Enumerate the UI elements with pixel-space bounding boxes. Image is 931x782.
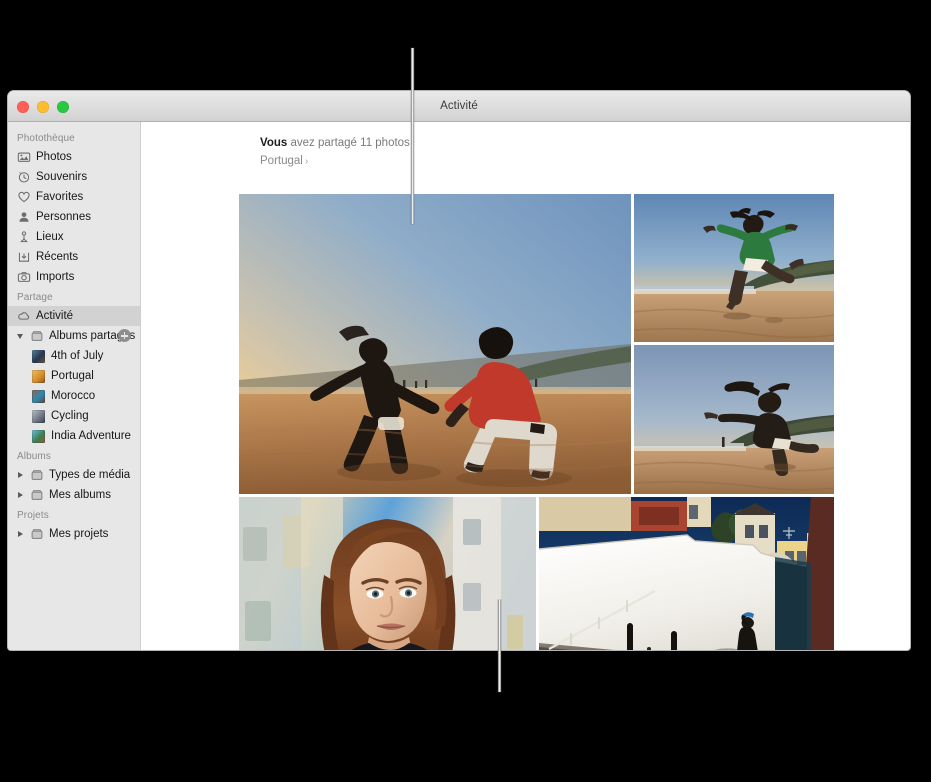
sidebar-section-header-projets: Projets: [8, 505, 140, 524]
cloud-icon: [17, 309, 31, 323]
photo-grid-row: [239, 194, 834, 494]
imports-icon: [17, 270, 31, 284]
sidebar-item-label: Personnes: [36, 211, 91, 223]
album-thumbnail: [32, 370, 45, 383]
sidebar-item-label: Mes albums: [49, 489, 111, 501]
sidebar-item-label: 4th of July: [51, 350, 103, 362]
sidebar-item-portugal[interactable]: Portugal: [8, 366, 140, 386]
sidebar-item-4th-of-july[interactable]: 4th of July: [8, 346, 140, 366]
sidebar-item-label: Portugal: [51, 370, 94, 382]
memories-icon: [17, 170, 31, 184]
sidebar-item-recents[interactable]: Récents: [8, 247, 140, 267]
sidebar-item-label: Mes projets: [49, 528, 108, 540]
photo-beach-jumping-girl[interactable]: [634, 194, 834, 342]
photo-grid-row: [239, 497, 834, 650]
add-shared-album-button[interactable]: [118, 329, 131, 342]
folder-icon: [30, 488, 44, 502]
sidebar-item-label: Imports: [36, 271, 74, 283]
album-thumbnail: [32, 350, 45, 363]
sidebar-item-label: India Adventure: [51, 430, 131, 442]
sidebar-item-favorites[interactable]: Favorites: [8, 187, 140, 207]
sidebar-item-albums-partages[interactable]: Albums partagés: [8, 326, 140, 346]
sidebar-item-cycling[interactable]: Cycling: [8, 406, 140, 426]
person-icon: [17, 210, 31, 224]
folder-icon: [30, 468, 44, 482]
sidebar-item-label: Types de média: [49, 469, 130, 481]
feed-title: Vous avez partagé 11 photos: [260, 136, 910, 151]
chevron-right-icon[interactable]: [17, 471, 26, 480]
sidebar-item-types-de-media[interactable]: Types de média: [8, 465, 140, 485]
album-thumbnail: [32, 410, 45, 423]
photo-grid: [239, 194, 834, 650]
sidebar[interactable]: Photothèque Photos Souvenirs: [8, 122, 141, 650]
screenshot-stage: Activité Photothèque Photos Souvenirs: [0, 0, 931, 782]
chevron-down-icon[interactable]: [17, 332, 26, 341]
sidebar-item-mes-projets[interactable]: Mes projets: [8, 524, 140, 544]
photos-app-window: Activité Photothèque Photos Souvenirs: [8, 91, 910, 650]
sidebar-item-label: Récents: [36, 251, 78, 263]
sidebar-item-photos[interactable]: Photos: [8, 147, 140, 167]
sidebar-item-label: Favorites: [36, 191, 83, 203]
sidebar-section-header-albums: Albums: [8, 446, 140, 465]
folder-icon: [30, 329, 44, 343]
sidebar-section-header-partage: Partage: [8, 287, 140, 306]
sidebar-item-label: Morocco: [51, 390, 95, 402]
sidebar-item-imports[interactable]: Imports: [8, 267, 140, 287]
photo-beach-sunset-two-people[interactable]: [239, 194, 631, 494]
sidebar-item-activite[interactable]: Activité: [8, 306, 140, 326]
photo-portrait-woman[interactable]: [239, 497, 536, 650]
callout-line-bottom: [498, 600, 501, 692]
window-titlebar: Activité: [8, 91, 910, 122]
sidebar-item-souvenirs[interactable]: Souvenirs: [8, 167, 140, 187]
chevron-right-icon[interactable]: [17, 491, 26, 500]
chevron-right-icon: ›: [305, 156, 308, 167]
chevron-right-icon[interactable]: [17, 530, 26, 539]
photo-beach-levitating-person[interactable]: [634, 345, 834, 494]
sidebar-item-label: Photos: [36, 151, 72, 163]
sidebar-item-lieux[interactable]: Lieux: [8, 227, 140, 247]
sidebar-item-personnes[interactable]: Personnes: [8, 207, 140, 227]
activity-feed: Vous avez partagé 11 photos Portugal›: [141, 122, 910, 650]
sidebar-item-mes-albums[interactable]: Mes albums: [8, 485, 140, 505]
callout-line-top: [411, 48, 414, 224]
feed-album-name: Portugal: [260, 155, 303, 167]
pin-icon: [17, 230, 31, 244]
recents-icon: [17, 250, 31, 264]
feed-action-text: avez partagé 11 photos: [287, 137, 410, 149]
sidebar-item-label: Activité: [36, 310, 73, 322]
feed-header: Vous avez partagé 11 photos Portugal›: [141, 122, 910, 170]
feed-album-link[interactable]: Portugal›: [260, 153, 910, 170]
sidebar-item-label: Cycling: [51, 410, 89, 422]
sidebar-item-india-adventure[interactable]: India Adventure: [8, 426, 140, 446]
folder-icon: [30, 527, 44, 541]
album-thumbnail: [32, 430, 45, 443]
window-title: Activité: [8, 100, 910, 112]
album-thumbnail: [32, 390, 45, 403]
sidebar-item-label: Lieux: [36, 231, 64, 243]
sidebar-item-label: Souvenirs: [36, 171, 87, 183]
feed-actor: Vous: [260, 137, 287, 149]
sidebar-section-header-photolibrary: Photothèque: [8, 128, 140, 147]
sidebar-item-morocco[interactable]: Morocco: [8, 386, 140, 406]
heart-icon: [17, 190, 31, 204]
photos-icon: [17, 150, 31, 164]
photo-grid-column: [634, 194, 834, 494]
photo-white-wall-street[interactable]: [539, 497, 834, 650]
